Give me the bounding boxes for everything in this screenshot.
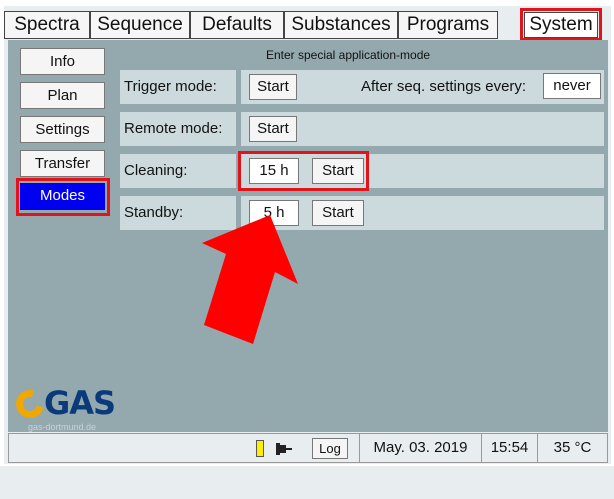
tab-bar: Spectra Sequence Defaults Substances Pro… <box>4 6 611 41</box>
log-button[interactable]: Log <box>312 438 348 459</box>
tab-system-highlight <box>520 8 602 41</box>
app-window: Spectra Sequence Defaults Substances Pro… <box>4 6 611 464</box>
tab-substances[interactable]: Substances <box>284 11 398 39</box>
remote-mode-label: Remote mode: <box>120 112 236 146</box>
modes-highlight <box>16 178 110 216</box>
sidebar-item-transfer[interactable]: Transfer <box>20 150 105 177</box>
cleaning-highlight <box>238 151 369 191</box>
tab-programs[interactable]: Programs <box>398 11 498 39</box>
status-indicator-yellow <box>256 440 264 457</box>
status-time: 15:54 <box>481 434 537 462</box>
sidebar-item-plan[interactable]: Plan <box>20 82 105 109</box>
after-seq-label: After seq. settings every: <box>361 78 527 95</box>
connection-icon <box>276 443 292 455</box>
gas-logo: GAS gas-dortmund.de <box>10 384 124 434</box>
mode-instruction-text: Enter special application-mode <box>265 48 431 62</box>
tab-defaults[interactable]: Defaults <box>190 11 284 39</box>
standby-start-button[interactable]: Start <box>312 200 364 226</box>
trigger-mode-label: Trigger mode: <box>120 70 236 104</box>
tab-sequence[interactable]: Sequence <box>90 11 190 39</box>
trigger-start-button[interactable]: Start <box>249 74 297 100</box>
trigger-mode-row: Start After seq. settings every: never <box>241 70 604 104</box>
modes-panel: Info Plan Settings Transfer Modes Enter … <box>8 40 608 432</box>
standby-hours-field[interactable]: 5 h <box>249 200 299 226</box>
status-temperature: 35 °C <box>537 434 607 462</box>
standby-row: 5 h Start <box>241 196 604 230</box>
status-date: May. 03. 2019 <box>359 434 481 462</box>
tab-spectra[interactable]: Spectra <box>4 11 90 39</box>
standby-label: Standby: <box>120 196 236 230</box>
sidebar-item-settings[interactable]: Settings <box>20 116 105 143</box>
remote-mode-row: Start <box>241 112 604 146</box>
after-seq-interval-field[interactable]: never <box>543 73 601 99</box>
bottom-strip <box>0 466 614 499</box>
logo-url: gas-dortmund.de <box>28 422 97 432</box>
sidebar-item-info[interactable]: Info <box>20 48 105 75</box>
status-bar: Log May. 03. 2019 15:54 35 °C <box>8 433 608 463</box>
remote-start-button[interactable]: Start <box>249 116 297 142</box>
cleaning-label: Cleaning: <box>120 154 236 188</box>
logo-text: GAS <box>44 384 116 422</box>
